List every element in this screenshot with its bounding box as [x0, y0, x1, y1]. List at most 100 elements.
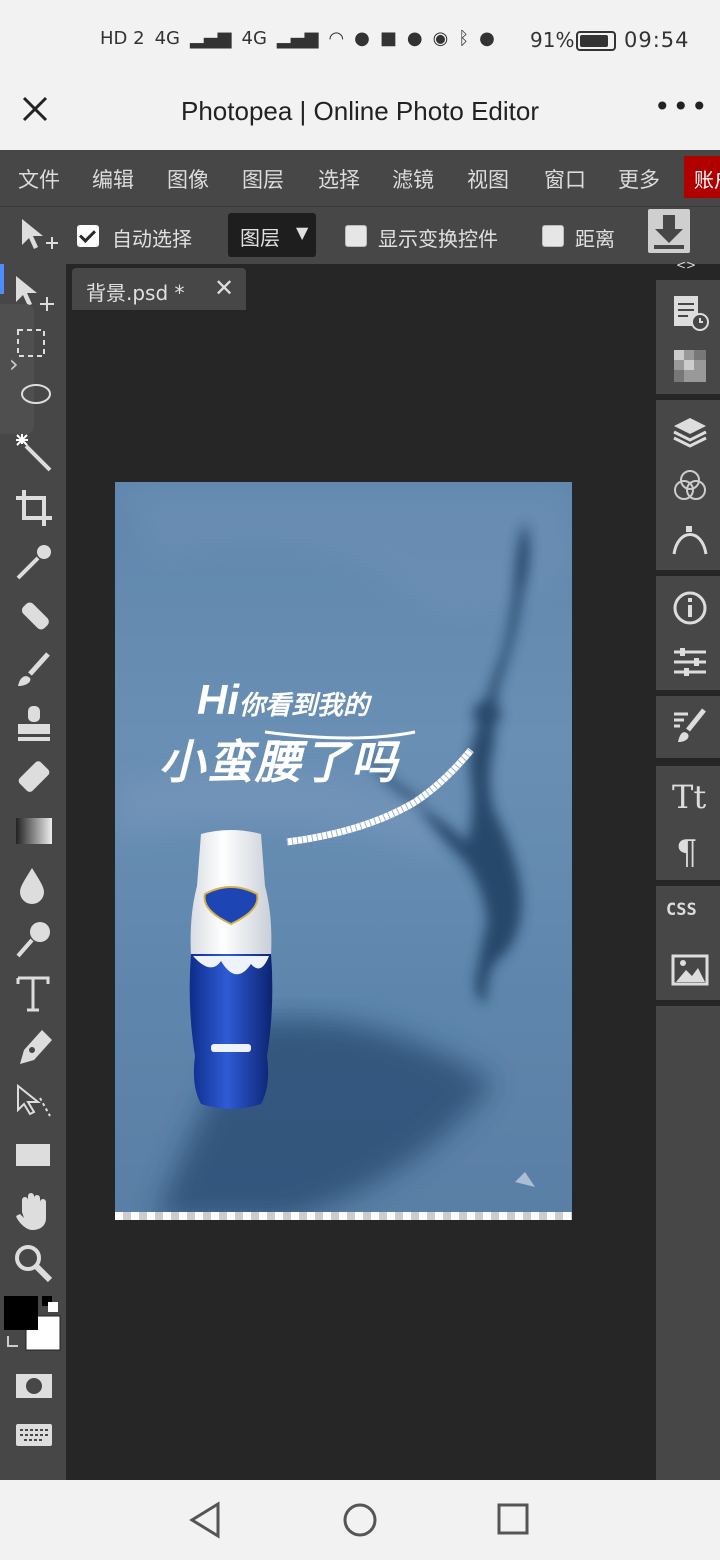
healing-brush-tool-icon[interactable]: [12, 594, 56, 638]
css-icon[interactable]: CSS: [666, 900, 716, 940]
layers-icon[interactable]: [670, 412, 710, 452]
panel-group-info: [656, 576, 720, 690]
close-tab-icon[interactable]: ✕: [214, 274, 234, 302]
clone-stamp-tool-icon[interactable]: [12, 702, 56, 746]
slogan-text: 小蛮腰了吗: [159, 735, 399, 789]
svg-text:¶: ¶: [676, 833, 698, 870]
magic-wand-tool-icon[interactable]: [12, 432, 56, 476]
history-icon[interactable]: [670, 292, 710, 332]
show-transform-label: 显示变换控件: [378, 227, 498, 251]
hd-badge: HD 2: [100, 28, 145, 49]
document-canvas[interactable]: Hi你看到我的 小蛮腰了吗: [115, 482, 572, 1220]
recents-nav-icon[interactable]: [494, 1500, 534, 1540]
path-select-tool-icon[interactable]: [12, 1080, 56, 1124]
menu-image[interactable]: 图像: [167, 164, 209, 194]
headline-suffix: 你看到我的: [239, 690, 370, 720]
download-icon: [654, 215, 684, 249]
menu-more[interactable]: 更多: [618, 164, 660, 194]
character-icon[interactable]: Tt: [670, 776, 710, 816]
panel-group-css: CSS: [656, 886, 720, 1000]
status-bar: HD 2 4G ▂▄▆ 4G ▂▄▆ ◠ ● ■ ● ◉ ᛒ ● 91% 09:…: [0, 0, 720, 80]
channels-icon[interactable]: [670, 466, 710, 506]
wifi-icon: ◠: [328, 28, 345, 49]
options-bar: 自动选择 图层 ▼ 显示变换控件 距离: [0, 206, 720, 264]
menu-layer[interactable]: 图层: [242, 164, 284, 194]
brush-tool-icon[interactable]: [12, 648, 56, 692]
system-nav-bar: [0, 1480, 720, 1560]
blur-tool-icon[interactable]: [12, 864, 56, 908]
alarm-icon: ◉: [432, 28, 449, 49]
menu-file[interactable]: 文件: [18, 164, 60, 194]
color-swatches[interactable]: [2, 1294, 62, 1354]
crop-tool-icon[interactable]: [12, 486, 56, 530]
zoom-tool-icon[interactable]: [12, 1242, 56, 1286]
soul-app-icon: ■: [379, 28, 397, 49]
more-menu-button[interactable]: •••: [654, 90, 710, 123]
panel-group-brush: [656, 696, 720, 758]
home-nav-icon[interactable]: [340, 1500, 380, 1540]
menu-select[interactable]: 选择: [318, 164, 360, 194]
headline-text: Hi你看到我的: [197, 676, 369, 724]
auto-select-checkbox[interactable]: [77, 225, 99, 247]
browser-bar: Photopea | Online Photo Editor •••: [0, 80, 720, 150]
css-label: CSS: [666, 900, 697, 920]
bluetooth-icon: ᛒ: [458, 28, 470, 49]
panel-collapse-toggle[interactable]: <>: [676, 258, 696, 272]
menu-filter[interactable]: 滤镜: [392, 164, 434, 194]
info-icon[interactable]: [670, 588, 710, 628]
signal-icon: ▂▄▆: [276, 28, 319, 49]
hand-tool-icon[interactable]: [12, 1188, 56, 1232]
qq-icon: ●: [406, 28, 423, 49]
pen-tool-icon[interactable]: [12, 1026, 56, 1070]
battery-icon: [576, 31, 616, 51]
clock: 09:54: [624, 28, 690, 52]
panel-group-history: [656, 280, 720, 394]
download-button[interactable]: [648, 209, 690, 253]
dodge-tool-icon[interactable]: [12, 918, 56, 962]
menu-edit[interactable]: 编辑: [92, 164, 134, 194]
show-transform-checkbox[interactable]: [345, 225, 367, 247]
paths-icon[interactable]: [670, 520, 710, 560]
image-icon[interactable]: [670, 950, 710, 990]
wechat-icon: ●: [354, 28, 370, 49]
eyedropper-tool-icon[interactable]: [12, 540, 56, 584]
signal-1-label: 4G: [154, 28, 180, 49]
distance-checkbox[interactable]: [542, 225, 564, 247]
signal-2-label: 4G: [241, 28, 267, 49]
brush-settings-icon[interactable]: [670, 706, 710, 746]
mic-icon: ●: [479, 28, 495, 49]
keyboard-icon[interactable]: [12, 1414, 56, 1458]
paragraph-icon[interactable]: ¶: [670, 830, 710, 873]
marquee-tool-icon[interactable]: [12, 324, 56, 368]
signal-icon: ▂▄▆: [189, 28, 232, 49]
page-title: Photopea | Online Photo Editor: [181, 96, 539, 126]
quick-mask-icon[interactable]: [12, 1364, 56, 1408]
move-tool-icon[interactable]: [16, 213, 60, 257]
back-nav-icon[interactable]: [186, 1500, 226, 1540]
swatches-icon[interactable]: [670, 346, 710, 386]
tools-panel: ›: [0, 264, 66, 1480]
gradient-tool-icon[interactable]: [12, 810, 56, 854]
menu-window[interactable]: 窗口: [544, 164, 586, 194]
menu-bar: 文件 编辑 图像 图层 选择 滤镜 视图 窗口 更多 账户: [0, 150, 720, 206]
chevron-down-icon: ▼: [296, 223, 309, 242]
account-button[interactable]: 账户: [684, 156, 720, 198]
lasso-tool-icon[interactable]: [12, 378, 56, 422]
document-tab-name: 背景.psd *: [86, 281, 185, 305]
eraser-tool-icon[interactable]: [12, 756, 56, 800]
document-tab[interactable]: 背景.psd * ✕: [72, 268, 246, 310]
auto-select-target-value: 图层: [240, 226, 280, 250]
panel-group-empty: [656, 1006, 720, 1480]
status-icons: HD 2 4G ▂▄▆ 4G ▂▄▆ ◠ ● ■ ● ◉ ᛒ ●: [100, 28, 495, 49]
rectangle-tool-icon[interactable]: [12, 1134, 56, 1178]
battery-percent: 91%: [530, 28, 575, 52]
active-tool-indicator: [0, 264, 4, 294]
distance-label: 距离: [575, 227, 615, 251]
auto-select-target-dropdown[interactable]: 图层 ▼: [228, 213, 316, 257]
photopea-app: 文件 编辑 图像 图层 选择 滤镜 视图 窗口 更多 账户 自动选择 图层 ▼ …: [0, 150, 720, 1480]
type-tool-icon[interactable]: [12, 972, 56, 1016]
adjustments-icon[interactable]: [670, 642, 710, 682]
menu-view[interactable]: 视图: [467, 164, 509, 194]
panel-group-layers: [656, 400, 720, 570]
right-panel: <> Tt ¶ CSS: [654, 258, 720, 1480]
